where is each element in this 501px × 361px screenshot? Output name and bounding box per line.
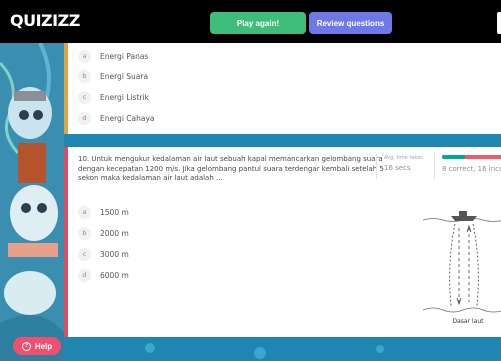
option-letter: d xyxy=(78,111,91,125)
result-summary: 8 correct, 16 incorr xyxy=(442,165,501,173)
divider xyxy=(434,153,435,179)
option-d: d Energi Cahaya xyxy=(78,111,155,125)
option-letter: b xyxy=(78,69,91,83)
avg-time-label: Avg. time taken xyxy=(384,155,424,161)
option-letter: a xyxy=(78,49,91,63)
option-text: Energi Listrik xyxy=(100,92,149,102)
help-label: Help xyxy=(34,341,53,351)
option-b: b Energi Suara xyxy=(78,69,148,83)
option-text: Energi Panas xyxy=(100,51,149,61)
diagram-caption: Dasar laut xyxy=(452,318,484,325)
option-letter: b xyxy=(78,226,91,240)
option-c: c Energi Listrik xyxy=(78,90,149,104)
sonar-diagram: Dasar laut xyxy=(422,202,501,334)
divider xyxy=(376,153,377,179)
option-b: b 2000 m xyxy=(78,226,129,240)
option-text: 2000 m xyxy=(100,228,129,238)
accuracy-bar xyxy=(442,155,501,159)
option-text: 1500 m xyxy=(100,207,129,217)
option-a: a 1500 m xyxy=(78,205,129,219)
option-text: Energi Cahaya xyxy=(100,113,155,123)
question-card: 10. Untuk mengukur kedalaman air laut se… xyxy=(64,147,501,337)
review-questions-button[interactable]: Review questions xyxy=(309,12,392,34)
option-a: a Energi Panas xyxy=(78,49,148,63)
question-mark-icon: ? xyxy=(21,341,31,351)
help-button[interactable]: ? Help xyxy=(13,337,61,355)
question-text: 10. Untuk mengukur kedalaman air laut se… xyxy=(78,155,384,182)
option-d: d 6000 m xyxy=(78,268,129,282)
quizizz-logo[interactable]: QUIZIZZ xyxy=(10,11,80,30)
option-text: Energi Suara xyxy=(100,71,149,81)
play-again-button[interactable]: Play again! xyxy=(210,12,306,34)
option-text: 6000 m xyxy=(100,270,129,280)
option-letter: d xyxy=(78,268,91,282)
option-letter: c xyxy=(78,90,91,104)
top-bar: QUIZIZZ Play again! Review questions xyxy=(0,0,501,43)
option-letter: a xyxy=(78,205,91,219)
option-c: c 3000 m xyxy=(78,247,129,261)
accuracy-bar-correct-fill xyxy=(442,155,466,159)
menu-button[interactable] xyxy=(497,12,501,34)
avg-time-value: 16 secs xyxy=(384,164,411,172)
option-letter: c xyxy=(78,247,91,261)
previous-question-card: a Energi Panas b Energi Suara c Energi L… xyxy=(64,43,501,134)
option-text: 3000 m xyxy=(100,249,129,259)
